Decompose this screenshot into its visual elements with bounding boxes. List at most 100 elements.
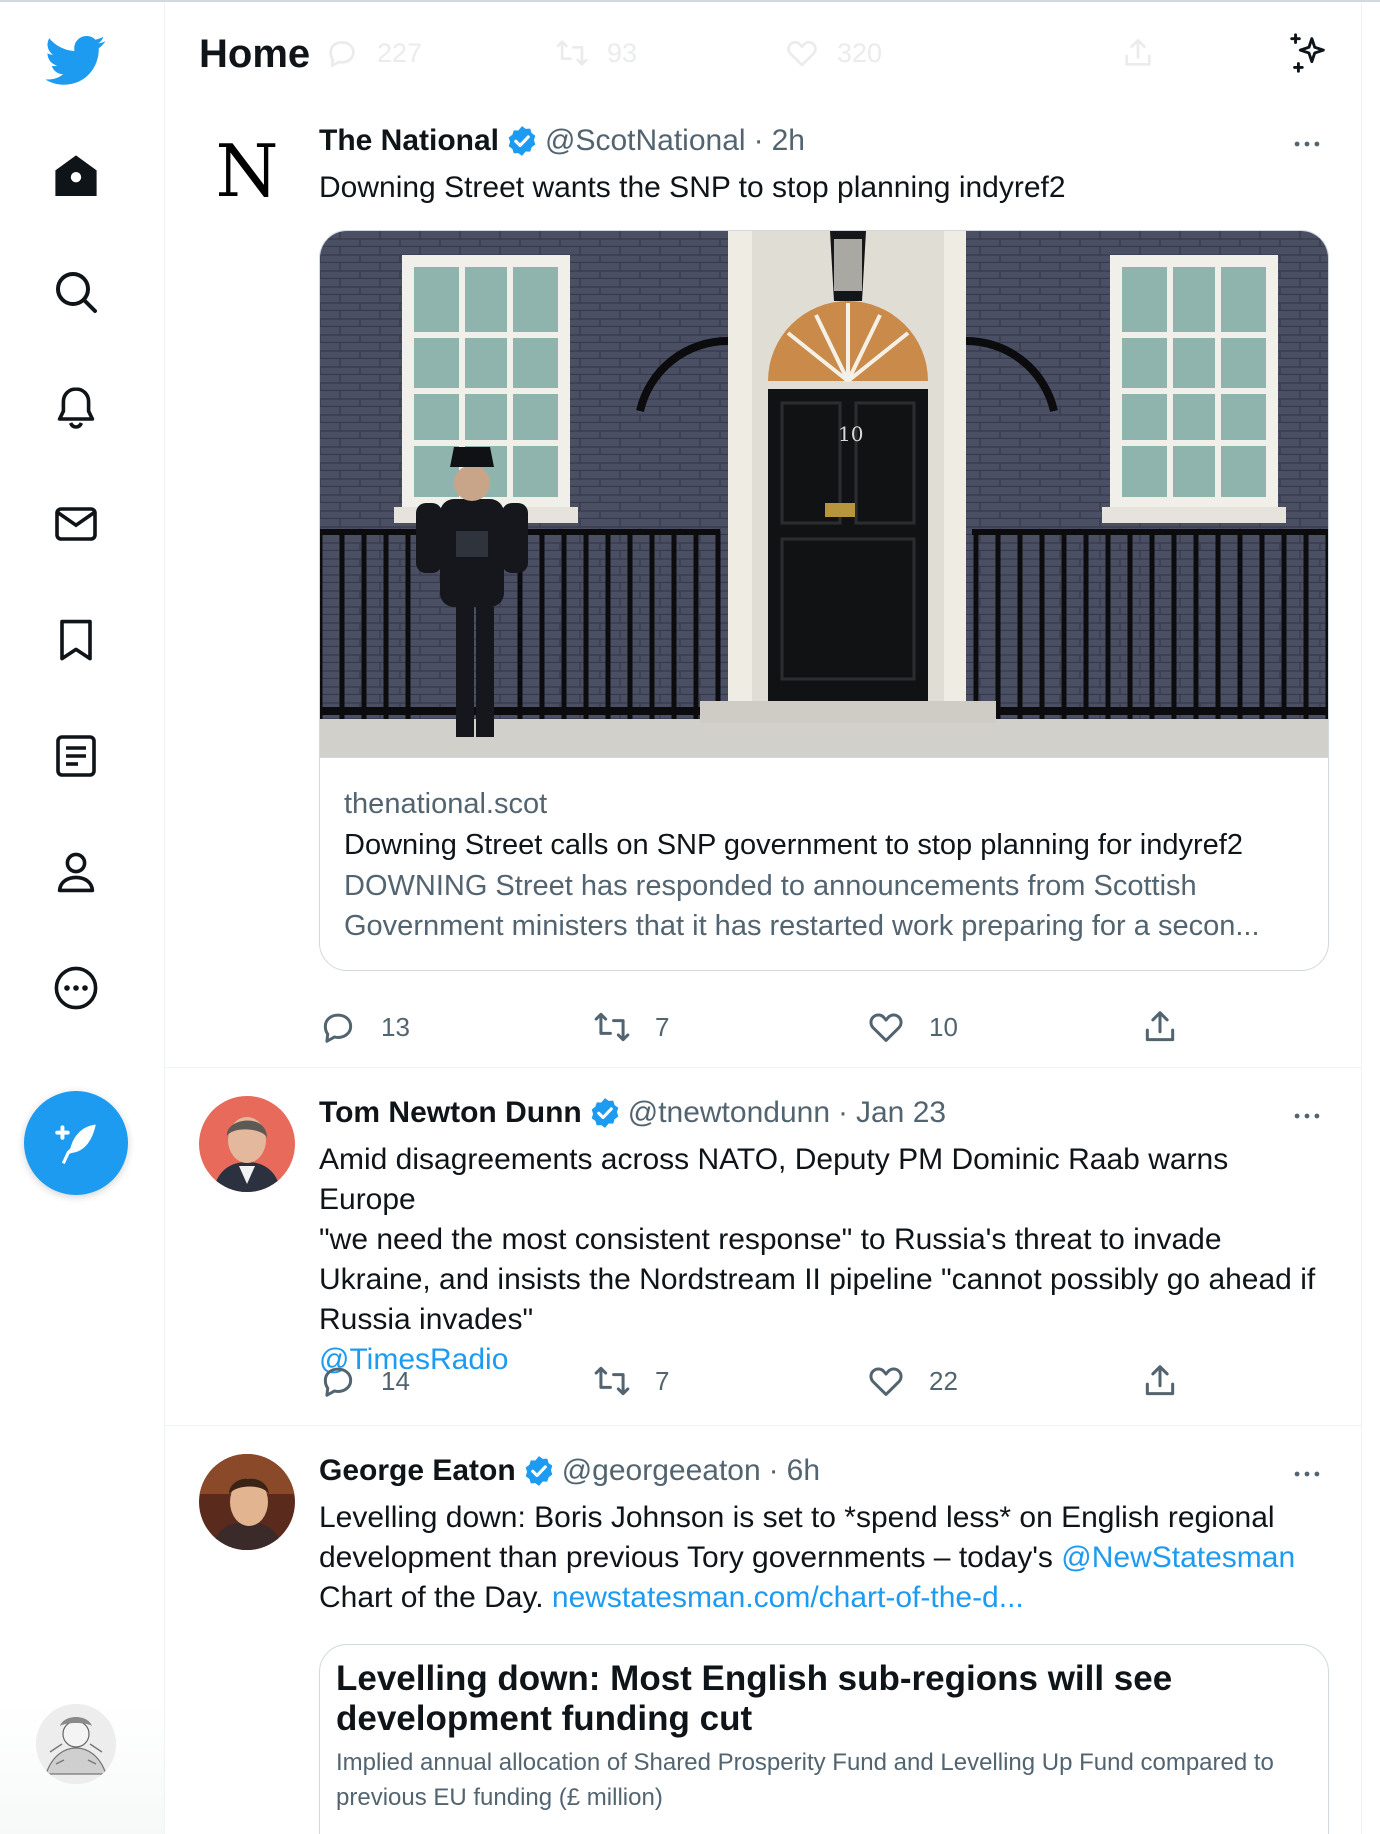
compose-tweet-icon [55, 1124, 96, 1165]
separator-dot: · [838, 1096, 848, 1129]
tweet-more-button[interactable] [1287, 1454, 1327, 1494]
profile-icon[interactable] [46, 842, 106, 902]
like-button[interactable]: 10 [867, 1008, 958, 1046]
ghost-share-icon [1121, 36, 1155, 70]
retweet-button[interactable]: 7 [593, 1008, 669, 1046]
link-card-text: thenational.scot Downing Street calls on… [320, 757, 1328, 970]
like-count: 10 [929, 1011, 958, 1042]
verified-badge-icon [508, 126, 536, 156]
notifications-bell-icon[interactable] [46, 378, 106, 438]
timeline-header: 227 93 320 Home [165, 2, 1361, 106]
separator-dot: · [753, 124, 764, 157]
share-button[interactable] [1141, 1362, 1179, 1400]
account-avatar[interactable] [36, 1704, 116, 1784]
downing-street-photo: 10 [320, 231, 1328, 757]
author-name[interactable]: George Eaton [319, 1454, 516, 1488]
tweet-author-row: The National @ScotNational · 2h [319, 124, 1283, 158]
tweet[interactable]: George Eaton @georgeeaton · 6h Levelling… [165, 1426, 1361, 1834]
tweet-text: Levelling down: Boris Johnson is set to … [319, 1498, 1323, 1618]
more-dots-icon [1294, 1471, 1320, 1477]
like-count: 22 [929, 1365, 958, 1396]
tweet-text-line: Russia invades" [319, 1303, 534, 1336]
chart-preview-card[interactable]: Levelling down: Most English sub-regions… [319, 1644, 1329, 1834]
svg-text:10: 10 [838, 422, 863, 446]
tweet-text-line: Ukraine, and insists the Nordstream II p… [319, 1263, 1316, 1296]
tweet[interactable]: Tom Newton Dunn @tnewtondunn · Jan 23 Am… [165, 1068, 1361, 1426]
author-handle[interactable]: @tnewtondunn [628, 1096, 830, 1130]
ghost-reply-count: 227 [325, 36, 422, 70]
chart-card-subtitle: Implied annual allocation of Shared Pros… [336, 1749, 1274, 1811]
share-icon [1145, 1365, 1175, 1396]
link-preview-card[interactable]: 10 thenational.scot Downing Street calls… [319, 230, 1329, 971]
tweet-actions: 13 7 10 [319, 1008, 1199, 1052]
verified-badge-icon [525, 1456, 553, 1486]
more-dots-icon [1294, 141, 1320, 147]
tweet-text: Downing Street wants the SNP to stop pla… [319, 171, 1066, 204]
top-tweets-sparkle-button[interactable] [1285, 30, 1335, 80]
avatar[interactable]: N [199, 122, 295, 218]
sidebar [0, 0, 164, 1834]
explore-search-icon[interactable] [46, 262, 106, 322]
link-card-description: DOWNING Street has responded to announce… [344, 870, 1197, 902]
url-link[interactable]: newstatesman.com/chart-of-the-d... [552, 1581, 1024, 1614]
lists-icon[interactable] [46, 726, 106, 786]
tweet-text-line: Amid disagreements across NATO, Deputy P… [319, 1143, 1229, 1216]
tweet-text-line: Levelling down: Boris Johnson is set to … [319, 1501, 1275, 1534]
tweet-text-line: Chart of the Day. newstatesman.com/chart… [319, 1578, 1323, 1618]
george-eaton-photo [199, 1454, 295, 1550]
share-icon [1145, 1011, 1175, 1042]
avatar[interactable] [199, 1096, 295, 1192]
tweet-timestamp[interactable]: Jan 23 [856, 1096, 946, 1130]
home-icon[interactable] [46, 146, 106, 206]
sparkle-icon [1290, 33, 1325, 73]
link-card-description: Government ministers that it has restart… [344, 910, 1260, 942]
twitter-logo-icon[interactable] [46, 30, 106, 90]
tweet-author-row: Tom Newton Dunn @tnewtondunn · Jan 23 [319, 1096, 1283, 1130]
reply-button[interactable]: 14 [319, 1362, 410, 1400]
tom-newton-dunn-photo [199, 1096, 295, 1192]
messages-envelope-icon[interactable] [46, 494, 106, 554]
avatar[interactable] [199, 1454, 295, 1550]
bookmarks-icon[interactable] [46, 610, 106, 670]
mention-link[interactable]: @NewStatesman [1061, 1541, 1295, 1574]
retweet-count: 7 [655, 1011, 670, 1042]
page-title: Home [199, 32, 311, 76]
link-card-title: Downing Street calls on SNP government t… [344, 829, 1243, 861]
tweet-text-line: development than previous Tory governmen… [319, 1538, 1323, 1578]
tweet-text-fragment: development than previous Tory governmen… [319, 1541, 1062, 1574]
tweet-text-line: "we need the most consistent response" t… [319, 1223, 1222, 1256]
reply-count: 13 [381, 1011, 410, 1042]
tweet[interactable]: N The National @ScotNational · 2h Downin… [165, 106, 1361, 1068]
tweet-actions: 14 7 22 [319, 1362, 1199, 1406]
the-national-logo: N [200, 123, 294, 217]
author-name[interactable]: Tom Newton Dunn [319, 1096, 582, 1130]
retweet-icon [594, 1012, 630, 1042]
tweet-more-button[interactable] [1287, 1096, 1327, 1136]
reply-button[interactable]: 13 [319, 1008, 410, 1046]
ghost-like-count: 320 [785, 36, 882, 70]
like-button[interactable]: 22 [867, 1362, 958, 1400]
tweet-text-fragment: Chart of the Day. [319, 1581, 552, 1614]
retweet-count: 7 [655, 1365, 670, 1396]
tweet-text: Amid disagreements across NATO, Deputy P… [319, 1140, 1323, 1380]
reply-icon [323, 1367, 353, 1397]
ghost-retweet-count: 93 [555, 36, 637, 70]
author-handle[interactable]: @georgeeaton [562, 1454, 761, 1488]
more-circle-icon[interactable] [46, 958, 106, 1018]
retweet-button[interactable]: 7 [593, 1362, 669, 1400]
chart-card-title: Levelling down: Most English sub-regions… [336, 1659, 1173, 1738]
reply-count: 14 [381, 1365, 410, 1396]
link-card-domain: thenational.scot [344, 788, 548, 820]
compose-tweet-button[interactable] [24, 1091, 128, 1195]
retweet-icon [594, 1366, 630, 1396]
author-name[interactable]: The National [319, 124, 499, 158]
tweet-timestamp[interactable]: 2h [772, 124, 805, 158]
heart-icon [869, 1013, 903, 1042]
tweet-more-button[interactable] [1287, 124, 1327, 164]
author-handle[interactable]: @ScotNational [545, 124, 746, 158]
separator-dot: · [768, 1454, 779, 1487]
timeline-column: 227 93 320 Home N The National @ScotNati… [164, 2, 1362, 1834]
tweet-timestamp[interactable]: 6h [787, 1454, 820, 1488]
share-button[interactable] [1141, 1008, 1179, 1046]
svg-text:N: N [216, 129, 279, 213]
